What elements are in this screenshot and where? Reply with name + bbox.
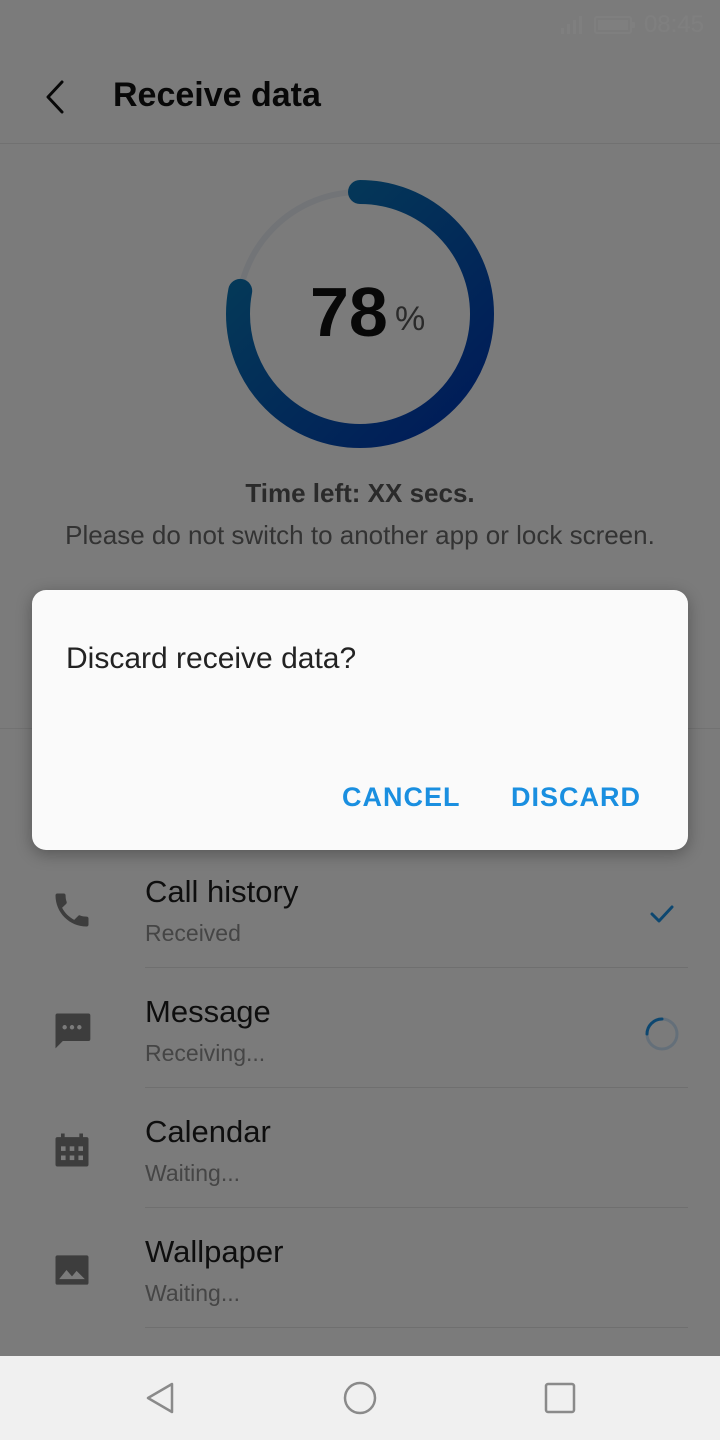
- nav-back-icon[interactable]: [140, 1378, 180, 1418]
- discard-dialog: Discard receive data? CANCEL DISCARD: [32, 590, 688, 850]
- dialog-message: Discard receive data?: [66, 642, 357, 675]
- nav-home-icon[interactable]: [340, 1378, 380, 1418]
- cancel-button[interactable]: CANCEL: [342, 782, 461, 813]
- nav-recents-icon[interactable]: [540, 1378, 580, 1418]
- discard-button[interactable]: DISCARD: [511, 782, 641, 813]
- navigation-bar: [0, 1356, 720, 1440]
